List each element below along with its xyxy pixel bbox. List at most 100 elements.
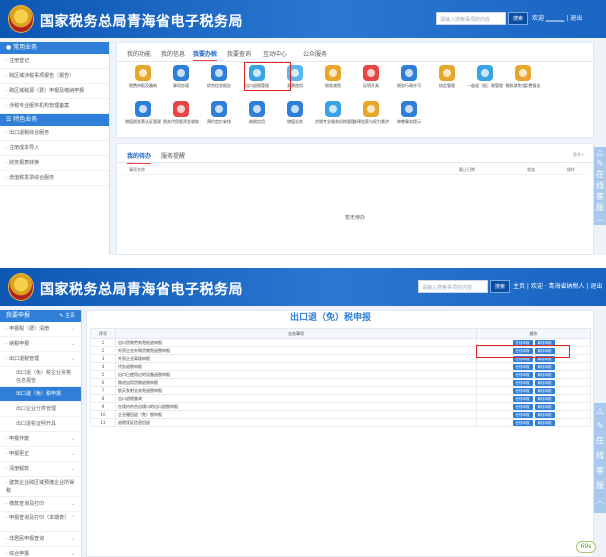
online-service-rail[interactable]: △ ✎ 在线客服 ︿ — [594, 403, 606, 513]
function-doc[interactable]: 综合信息报告 — [201, 65, 237, 88]
empty-todo-text: 暂无待办 — [345, 215, 366, 221]
function-grid[interactable]: 增值业务 — [277, 101, 313, 124]
sidebar-item[interactable]: · 出口退税管理 ⌄ — [0, 352, 81, 367]
rail-item[interactable]: 客 — [594, 191, 606, 202]
sidebar-item[interactable]: · 清册税款 ⌄ — [0, 462, 81, 477]
online-declare-button[interactable]: 在线申报 — [512, 363, 533, 370]
sidebar-section-1[interactable]: ☰ 特色业务 — [0, 114, 109, 126]
tab-4[interactable]: 互动中心 — [263, 49, 287, 58]
function-staff[interactable]: 涉税专业服务机构管理 — [315, 101, 355, 124]
function-user[interactable]: 税收减免(缓)费报告 — [505, 65, 541, 88]
sidebar-item[interactable]: 出口退（免）税企业资格信息报告 — [0, 367, 81, 387]
sidebar-item[interactable]: · 跨区域税源（费）申报及缴纳申报 — [0, 84, 109, 99]
row-item-name: 代办退税申报 — [115, 362, 477, 371]
rail-item[interactable]: 在 — [594, 169, 606, 180]
offline-declare-button[interactable]: 离线申报 — [534, 387, 555, 394]
function-gavel[interactable]: 法律追索与权力救济 — [353, 101, 389, 124]
rail-item[interactable]: ✎ — [594, 418, 606, 433]
function-declare[interactable]: 税费申报及缴纳 — [125, 65, 161, 88]
rail-item[interactable]: △ — [594, 403, 606, 418]
rail-item[interactable]: 线 — [594, 448, 606, 463]
function-shield[interactable]: 纳税信用 — [239, 101, 275, 124]
sidebar-item[interactable]: · 申报更正 ⌄ — [0, 447, 81, 462]
sidebar-item[interactable]: · 缴款查询及打印 ⌄ — [0, 497, 81, 512]
sidebar-item[interactable]: · 跨区域涉税事项报告（报告） — [0, 69, 109, 84]
offline-declare-button[interactable]: 离线申报 — [534, 395, 555, 402]
function-card[interactable]: 税务行政许可 — [391, 65, 427, 88]
sidebar-item[interactable]: · 纳税申报 ⌄ — [0, 337, 81, 352]
timer-badge: 69s — [576, 541, 596, 553]
sidebar-section-0[interactable]: ● 常用业务 — [0, 42, 109, 54]
online-declare-button[interactable]: 在线申报 — [512, 411, 533, 418]
sidebar-item[interactable]: · 非居民申报查询 ⌄ — [0, 532, 81, 547]
rail-item[interactable]: 服 — [594, 202, 606, 213]
tab-5[interactable]: 公众服务 — [303, 49, 327, 58]
highlight-box — [476, 345, 570, 358]
online-declare-button[interactable]: 在线申报 — [512, 371, 533, 378]
pen-icon — [173, 65, 189, 81]
function-stamp[interactable]: 证明开具 — [353, 65, 389, 88]
tab-0[interactable]: 我的功能 — [127, 49, 151, 58]
rail-item[interactable]: ︿ — [594, 213, 606, 224]
function-refund[interactable]: 一般退（抵）税管理 — [467, 65, 503, 88]
sidebar-item[interactable]: · 综合申报 ⌄ — [0, 547, 81, 557]
tab-service-reminder[interactable]: 服务提醒 — [161, 153, 185, 160]
sidebar-item[interactable]: · 涉税专业服务机构管理备案 — [0, 99, 109, 114]
online-declare-button[interactable]: 在线申报 — [512, 387, 533, 394]
sidebar-item[interactable]: · 注册成本导入 — [0, 141, 109, 156]
rail-item[interactable]: △ — [594, 147, 606, 158]
function-pen[interactable]: 事项办理 — [163, 65, 199, 88]
search-button[interactable]: 搜索 — [490, 280, 510, 293]
offline-declare-button[interactable]: 离线申报 — [534, 403, 555, 410]
row-item-name: 出口已使用过的设备退税申报 — [115, 370, 477, 379]
offline-declare-button[interactable]: 离线申报 — [534, 419, 555, 426]
online-declare-button[interactable]: 在线申报 — [512, 419, 533, 426]
offline-declare-button[interactable]: 离线申报 — [534, 363, 555, 370]
tab-1[interactable]: 我的信息 — [161, 49, 185, 58]
row-item-name: 购进自用货物退税申报 — [115, 378, 477, 387]
function-check[interactable]: 增值税发票认证管理 — [125, 101, 161, 124]
rail-item[interactable]: 在 — [594, 433, 606, 448]
sidebar-item[interactable]: · 申报查询及打印（本期表） ⌄ — [0, 512, 81, 532]
row-item-name: 出口退税查询 — [115, 394, 477, 403]
grid-icon — [287, 101, 303, 117]
tab-3[interactable]: 我要查询 — [227, 49, 251, 58]
function-label: 一般退（抵）税管理 — [467, 83, 503, 88]
search-input[interactable]: 请输入搜索事项的内容 — [418, 280, 488, 293]
function-coin[interactable]: 税收减免 — [315, 65, 351, 88]
sidebar-item[interactable]: 出口企业分类管理 — [0, 402, 81, 417]
online-service-rail[interactable]: △ ✎ 在线客服 ︿ — [594, 147, 606, 225]
sidebar-item[interactable]: · 申报作废 ⌄ — [0, 432, 81, 447]
sidebar-item[interactable]: · 财务报表转换 — [0, 156, 109, 171]
rail-item[interactable]: 客 — [594, 463, 606, 478]
divider — [0, 255, 606, 268]
user-links[interactable]: 欢迎 ▁▁▁▁ | 退出 — [532, 13, 582, 22]
function-money[interactable]: 税务代保管资金收取 — [163, 101, 199, 124]
online-declare-button[interactable]: 在线申报 — [512, 379, 533, 386]
offline-declare-button[interactable]: 离线申报 — [534, 371, 555, 378]
sidebar-item[interactable]: · 申报税（费）清册 ⌄ — [0, 322, 81, 337]
sidebar-item[interactable]: 出口退税证明开具 — [0, 417, 81, 432]
more-link[interactable]: 更多＞ — [573, 152, 585, 158]
sidebar-item[interactable]: · 出口退税综合服务 — [0, 126, 109, 141]
rail-item[interactable]: 服 — [594, 478, 606, 493]
search-input[interactable]: 请输入搜索事项的内容 — [436, 12, 506, 25]
offline-declare-button[interactable]: 离线申报 — [534, 411, 555, 418]
online-declare-button[interactable]: 在线申报 — [512, 395, 533, 402]
search-button[interactable]: 搜索 — [508, 12, 528, 25]
rail-item[interactable]: ︿ — [594, 493, 606, 508]
function-label: 法律追索与权力救济 — [353, 119, 389, 124]
offline-declare-button[interactable]: 离线申报 — [534, 379, 555, 386]
check-icon — [135, 101, 151, 117]
online-declare-button[interactable]: 在线申报 — [512, 403, 533, 410]
rail-item[interactable]: 线 — [594, 180, 606, 191]
rail-item[interactable]: ✎ — [594, 158, 606, 169]
user-links[interactable]: 主页 | 欢迎 · 青海省纳税人 | 退出 — [513, 281, 602, 290]
sidebar-item[interactable]: · 增值税发票综合服务 — [0, 171, 109, 186]
function-person[interactable]: 核定管理 — [429, 65, 465, 88]
sidebar-item[interactable]: · 注册登记 — [0, 54, 109, 69]
function-list[interactable]: 神兽事务提示 — [391, 101, 427, 124]
function-bulb[interactable]: 预约定价安排 — [201, 101, 237, 124]
sidebar-item[interactable]: · 建筑企业跨区域预缴企业所得税 ⌄ — [0, 477, 81, 497]
sidebar-item[interactable]: 出口退（免）税申报 — [0, 387, 81, 402]
